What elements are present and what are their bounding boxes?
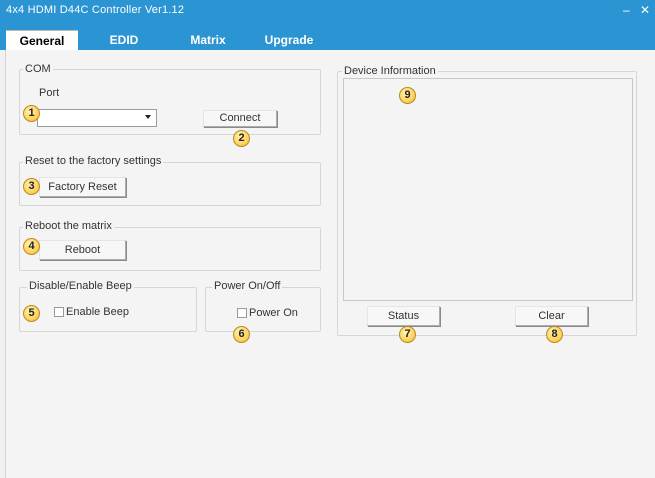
tab-bar: General EDID Matrix Upgrade xyxy=(0,30,655,50)
enable-beep-label[interactable]: Enable Beep xyxy=(66,306,129,318)
tab-matrix[interactable]: Matrix xyxy=(175,30,241,50)
window-title: 4x4 HDMI D44C Controller Ver1.12 xyxy=(6,4,185,16)
port-label: Port xyxy=(39,87,60,99)
power-group-label: Power On/Off xyxy=(212,280,283,292)
chevron-down-icon xyxy=(145,115,151,119)
port-select[interactable] xyxy=(37,109,157,127)
clear-button[interactable]: Clear xyxy=(515,306,588,326)
annotation-badge-9: 9 xyxy=(399,87,416,104)
factory-reset-group-label: Reset to the factory settings xyxy=(23,155,164,167)
annotation-badge-3: 3 xyxy=(23,178,40,195)
device-info-group-label: Device Information xyxy=(342,65,438,77)
power-on-checkbox[interactable] xyxy=(237,308,247,318)
power-on-label[interactable]: Power On xyxy=(249,307,298,319)
status-button[interactable]: Status xyxy=(367,306,440,326)
device-info-textarea[interactable] xyxy=(343,78,633,301)
reboot-button[interactable]: Reboot xyxy=(39,240,126,260)
tab-upgrade[interactable]: Upgrade xyxy=(254,30,324,50)
annotation-badge-7: 7 xyxy=(399,326,416,343)
annotation-badge-5: 5 xyxy=(23,305,40,322)
connect-button[interactable]: Connect xyxy=(203,110,277,127)
close-icon[interactable]: ✕ xyxy=(640,3,650,17)
annotation-badge-6: 6 xyxy=(233,326,250,343)
annotation-badge-8: 8 xyxy=(546,326,563,343)
annotation-badge-4: 4 xyxy=(23,238,40,255)
app-window: 4x4 HDMI D44C Controller Ver1.12 – ✕ Gen… xyxy=(0,0,655,478)
annotation-badge-2: 2 xyxy=(233,130,250,147)
annotation-badge-1: 1 xyxy=(23,105,40,122)
tab-edid[interactable]: EDID xyxy=(96,30,152,50)
enable-beep-checkbox[interactable] xyxy=(54,307,64,317)
com-group-label: COM xyxy=(23,63,53,75)
minimize-icon[interactable]: – xyxy=(623,3,630,17)
tab-general[interactable]: General xyxy=(6,30,78,50)
beep-group-label: Disable/Enable Beep xyxy=(27,280,134,292)
reboot-group-label: Reboot the matrix xyxy=(23,220,114,232)
factory-reset-button[interactable]: Factory Reset xyxy=(39,177,126,197)
title-bar: 4x4 HDMI D44C Controller Ver1.12 – ✕ xyxy=(0,0,655,30)
